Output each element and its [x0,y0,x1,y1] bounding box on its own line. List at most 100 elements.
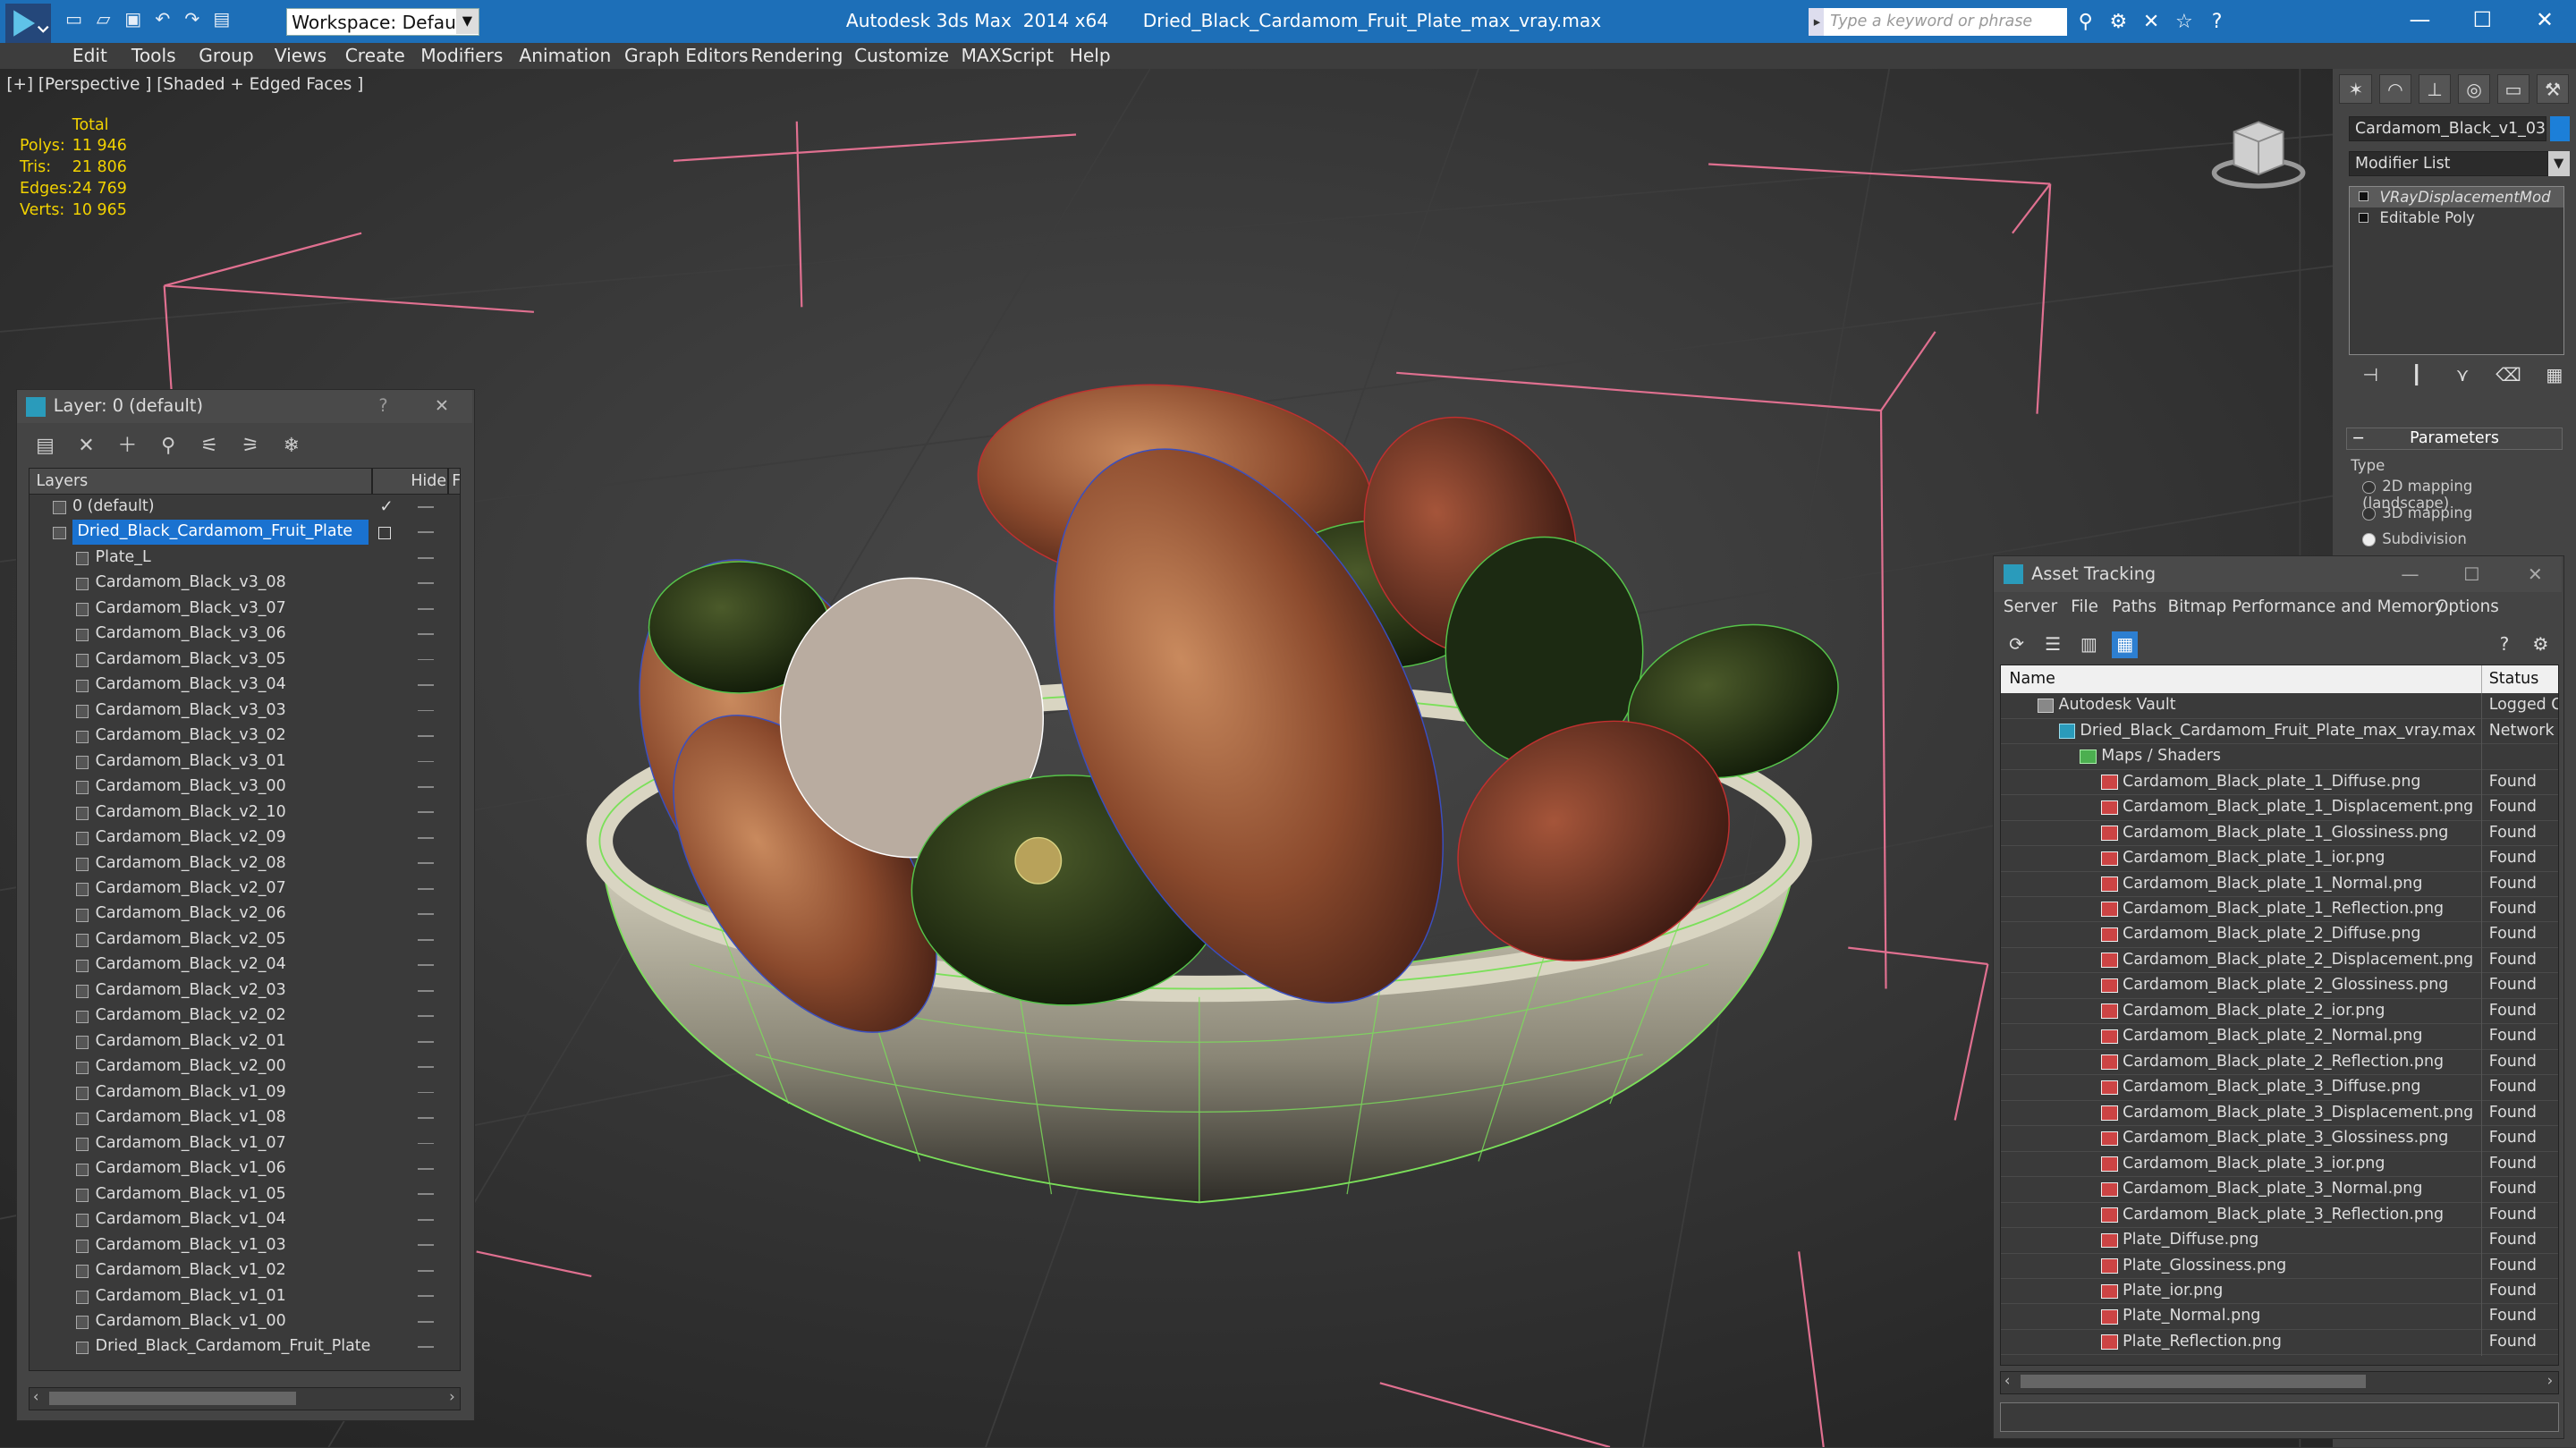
object-row[interactable]: Cardamom_Black_v1_00 [30,1309,460,1334]
configure-modifier-sets-icon[interactable]: ▦ [2539,363,2569,388]
scroll-right-icon[interactable]: › [449,1388,455,1405]
hide-all-icon[interactable]: ⚞ [236,433,266,459]
hide-toggle[interactable] [417,811,435,814]
motion-tab-icon[interactable]: ◎ [2457,73,2491,104]
redo-icon[interactable]: ↷ [181,8,204,31]
project-folder-icon[interactable]: ▤ [210,8,233,31]
hide-toggle[interactable] [417,938,435,941]
scroll-thumb[interactable] [49,1391,296,1405]
hide-toggle[interactable] [417,760,435,763]
help-icon[interactable]: ? [2491,631,2517,657]
asset-row-map[interactable]: Plate_ior.png Found [2001,1279,2558,1306]
tracking-settings-icon[interactable]: ⚙ [2528,631,2554,657]
hide-toggle[interactable] [417,1346,435,1349]
hide-toggle[interactable] [417,862,435,865]
hide-toggle[interactable] [417,887,435,890]
hide-toggle[interactable] [417,785,435,788]
hide-toggle[interactable] [417,1168,435,1170]
hide-toggle[interactable] [417,1091,435,1094]
object-row[interactable]: Cardamom_Black_v1_01 [30,1284,460,1309]
menu-bitmap-performance[interactable]: Bitmap Performance and Memory [2168,597,2445,616]
asset-row-map[interactable]: Cardamom_Black_plate_1_Diffuse.png Found [2001,769,2558,797]
lightbulb-icon[interactable] [2358,191,2368,202]
horizontal-scrollbar[interactable]: ‹ › [2000,1370,2559,1394]
hide-toggle[interactable] [417,582,435,585]
help-icon[interactable]: ? [378,390,387,423]
favorites-star-icon[interactable]: ☆ [2172,10,2197,35]
create-layer-icon[interactable]: ▤ [30,433,60,459]
hide-toggle[interactable] [417,684,435,686]
object-row[interactable]: Plate_L [30,546,460,571]
object-row[interactable]: Cardamom_Black_v2_02 [30,1003,460,1029]
horizontal-scrollbar[interactable]: ‹ › [29,1387,462,1410]
show-end-result-icon[interactable]: ┃ [2402,363,2431,388]
asset-row-map[interactable]: Cardamom_Black_plate_1_Normal.png Found [2001,871,2558,898]
subscription-icon[interactable]: ⚙ [2106,10,2131,35]
asset-row-map[interactable]: Cardamom_Black_plate_3_Reflection.png Fou… [2001,1202,2558,1229]
hide-toggle[interactable] [417,735,435,737]
scroll-right-icon[interactable]: › [2547,1372,2554,1389]
menu-graph-editors[interactable]: Graph Editors [624,45,749,66]
remove-modifier-icon[interactable]: ⌫ [2494,363,2523,388]
layer-row[interactable]: 0 (default) ✓ [30,495,460,520]
object-row[interactable]: Cardamom_Black_v1_06 [30,1156,460,1181]
menu-maxscript[interactable]: MAXScript [961,45,1054,66]
object-row[interactable]: Cardamom_Black_v1_05 [30,1182,460,1207]
asset-row-map[interactable]: Plate_Reflection.png Found [2001,1329,2558,1357]
modifier-stack-item[interactable]: Editable Poly [2350,207,2563,229]
hide-toggle[interactable] [417,1142,435,1145]
hide-toggle[interactable] [417,989,435,992]
menu-views[interactable]: Views [275,45,326,66]
search-input[interactable]: Type a keyword or phrase [1823,8,2067,37]
menu-tools[interactable]: Tools [131,45,176,66]
object-row[interactable]: Cardamom_Black_v1_08 [30,1105,460,1130]
menu-group[interactable]: Group [199,45,253,66]
hierarchy-tab-icon[interactable]: ⊥ [2418,73,2452,104]
active-layer-check-icon[interactable]: ✓ [379,495,393,520]
hide-toggle[interactable] [417,556,435,559]
display-tab-icon[interactable]: ▭ [2496,73,2530,104]
object-row[interactable]: Cardamom_Black_v3_01 [30,749,460,775]
asset-row-map[interactable]: Cardamom_Black_plate_2_Glossiness.png Fou… [2001,973,2558,1000]
chevron-down-icon[interactable]: ▼ [2547,150,2570,176]
object-row[interactable]: Cardamom_Black_v2_06 [30,902,460,927]
hide-toggle[interactable] [417,836,435,839]
highlight-layer-icon[interactable]: ⚟ [195,433,225,459]
make-unique-icon[interactable]: ⋎ [2448,363,2478,388]
asset-row-folder[interactable]: Maps / Shaders [2001,744,2558,771]
modify-tab-icon[interactable]: ◠ [2378,73,2412,104]
object-row[interactable]: Cardamom_Black_v1_09 [30,1080,460,1105]
asset-row-map[interactable]: Cardamom_Black_plate_2_Normal.png Found [2001,1024,2558,1051]
column-hide[interactable]: Hide [411,469,446,495]
radio-3d-mapping[interactable]: 3D mapping [2362,504,2472,521]
list-view-icon[interactable]: ☰ [2039,631,2065,657]
object-row[interactable]: Cardamom_Black_v2_00 [30,1054,460,1080]
maximize-icon[interactable]: ☐ [2451,0,2513,39]
asset-row-file[interactable]: Dried_Black_Cardamom_Fruit_Plate_max_vra… [2001,718,2558,746]
object-row[interactable]: Cardamom_Black_v2_04 [30,953,460,978]
asset-row-map[interactable]: Cardamom_Black_plate_2_Diffuse.png Found [2001,922,2558,949]
asset-row-map[interactable]: Cardamom_Black_plate_2_ior.png Found [2001,998,2558,1026]
refresh-icon[interactable]: ⟳ [2004,631,2029,657]
communication-icon[interactable]: ✕ [2139,10,2164,35]
object-row[interactable]: Cardamom_Black_v2_05 [30,927,460,953]
menu-create[interactable]: Create [345,45,405,66]
menu-rendering[interactable]: Rendering [750,45,843,66]
object-row[interactable]: Cardamom_Black_v3_07 [30,597,460,622]
object-row[interactable]: Cardamom_Black_v3_02 [30,724,460,749]
create-tab-icon[interactable]: ✶ [2339,73,2373,104]
menu-file[interactable]: File [2071,597,2098,616]
freeze-all-icon[interactable]: ❄ [276,433,306,459]
scroll-left-icon[interactable]: ‹ [33,1388,39,1405]
menu-paths[interactable]: Paths [2112,597,2157,616]
close-icon[interactable]: ✕ [435,390,449,423]
hide-toggle[interactable] [417,1066,435,1068]
object-row[interactable]: Cardamom_Black_v2_08 [30,851,460,876]
hide-toggle[interactable] [417,531,435,534]
hide-toggle[interactable] [417,633,435,635]
open-file-icon[interactable]: ▱ [92,8,115,31]
scroll-left-icon[interactable]: ‹ [2004,1372,2011,1389]
hide-toggle[interactable] [417,1244,435,1247]
tree-view-icon[interactable]: ▥ [2076,631,2102,657]
object-row[interactable]: Cardamom_Black_v2_07 [30,876,460,902]
